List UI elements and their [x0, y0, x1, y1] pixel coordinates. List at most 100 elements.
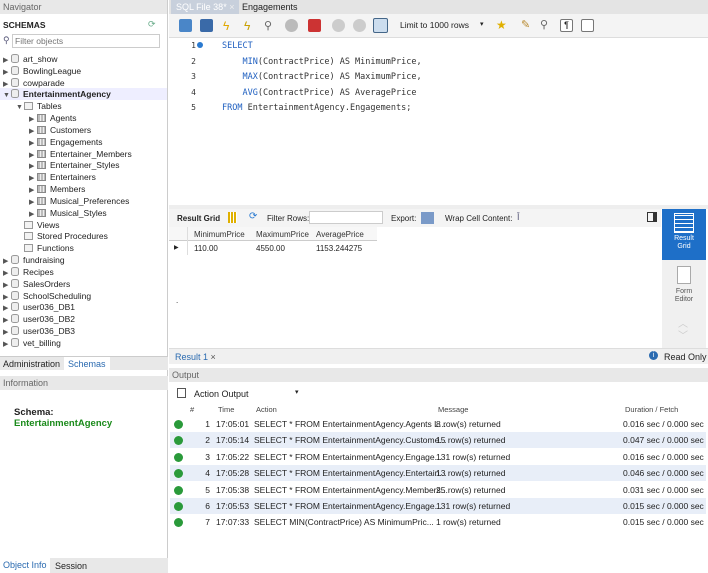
schema-tree-item[interactable]: ▶ Entertainers — [0, 171, 96, 183]
tab-session[interactable]: Session — [55, 561, 87, 571]
schema-tree-item[interactable]: Views — [0, 219, 60, 231]
output-row[interactable]: 2 17:05:14 SELECT * FROM EntertainmentAgen… — [170, 432, 706, 449]
refresh-icon[interactable]: ⟳ — [249, 211, 257, 222]
grid-column-header[interactable]: MinimumPrice — [194, 230, 245, 239]
grid-column-header[interactable]: MaximumPrice — [256, 230, 309, 239]
find-icon[interactable]: ⚲ — [540, 18, 553, 31]
result-grid[interactable]: MinimumPrice MaximumPrice AveragePrice ▶ 110… — [169, 227, 661, 347]
tab-sql-file[interactable]: SQL File 38* × — [171, 0, 240, 14]
filter-rows-input[interactable] — [309, 211, 383, 224]
output-row[interactable]: 3 17:05:22 SELECT * FROM EntertainmentAgen… — [170, 449, 706, 465]
schema-tree-item[interactable]: ▶ Musical_Preferences — [0, 195, 129, 207]
output-cell: 4 — [205, 468, 210, 479]
close-icon[interactable]: × — [229, 2, 234, 12]
copy-icon[interactable] — [177, 388, 186, 398]
grid-column-header[interactable]: AveragePrice — [316, 230, 364, 239]
output-cell: 7 — [205, 517, 210, 528]
schema-tree-item[interactable]: ▶ user036_DB1 — [0, 301, 75, 313]
column-toggle-icon[interactable] — [228, 212, 237, 223]
schema-tree-item[interactable]: ▶ SchoolScheduling — [0, 290, 91, 302]
bookmark-star-icon[interactable]: ★ — [496, 18, 509, 32]
execute-current-icon[interactable]: ϟ — [244, 19, 257, 33]
navigator-title: Navigator — [0, 0, 167, 14]
tab-administration[interactable]: Administration — [3, 359, 60, 369]
grid-cell[interactable]: 4550.00 — [256, 244, 285, 253]
explain-icon[interactable]: ⚲ — [264, 19, 277, 32]
tree-item-label: Entertainer_Styles — [50, 160, 120, 171]
tab-object-info[interactable]: Object Info — [0, 558, 50, 573]
execute-icon[interactable]: ϟ — [223, 19, 236, 33]
grid-cell[interactable]: 1153.244275 — [316, 244, 362, 253]
line-number: 2 — [191, 56, 196, 66]
schema-tree-item[interactable]: Functions — [0, 242, 74, 254]
schema-tree-item[interactable]: ▶ cowparade — [0, 77, 65, 89]
scroll-arrows-icon[interactable]: ︿ ﹀ — [678, 319, 688, 343]
schema-tree-item[interactable]: ▶ Entertainer_Members — [0, 148, 132, 160]
schema-tree-item[interactable]: Stored Procedures — [0, 230, 108, 242]
schema-tree-item[interactable]: ▶ Musical_Styles — [0, 207, 107, 219]
database-icon — [11, 77, 19, 87]
output-row[interactable]: 5 17:05:38 SELECT * FROM EntertainmentAgen… — [170, 482, 706, 498]
schema-tree-item[interactable]: ▶ Agents — [0, 112, 76, 124]
schema-tree-item[interactable]: ▶ art_show — [0, 53, 58, 65]
database-icon — [11, 65, 19, 75]
output-cell: SELECT * FROM EntertainmentAgency.Entert… — [254, 468, 447, 479]
schema-tree-item[interactable]: ▶ fundraising — [0, 254, 65, 266]
wrap-cell-icon[interactable]: Ī — [517, 212, 520, 222]
schema-tree-item[interactable]: ▶ Recipes — [0, 266, 54, 278]
schema-tree-item[interactable]: ▼ Tables — [0, 100, 62, 112]
output-type-select[interactable]: Action Output ▾ — [191, 387, 301, 400]
info-icon: i — [649, 351, 658, 360]
rollback-icon[interactable] — [353, 19, 366, 32]
collapsed-arrow-icon[interactable]: ▶ — [3, 339, 11, 351]
schema-tree-item[interactable]: ▶ Members — [0, 183, 85, 195]
open-file-icon[interactable] — [179, 19, 192, 32]
success-check-icon — [174, 502, 183, 511]
commit-icon[interactable] — [332, 19, 345, 32]
refresh-icon[interactable]: ⟳ — [148, 19, 156, 30]
schema-tree-item[interactable]: ▶ Engagements — [0, 136, 102, 148]
result-grid-side-button[interactable]: Result Grid — [662, 209, 706, 260]
tree-item-label: Views — [37, 219, 60, 230]
output-row[interactable]: 1 17:05:01 SELECT * FROM EntertainmentAgen… — [170, 416, 706, 432]
tab-schemas[interactable]: Schemas — [64, 357, 110, 371]
success-check-icon — [174, 518, 183, 528]
invisible-chars-icon[interactable]: ¶ — [560, 19, 573, 32]
close-icon[interactable]: × — [211, 352, 216, 362]
limit-rows-select[interactable]: Limit to 1000 rows ▾ — [400, 20, 488, 30]
save-icon[interactable] — [200, 19, 213, 32]
schema-tree-item[interactable]: ▶ Customers — [0, 124, 91, 136]
tree-item-label: fundraising — [23, 255, 65, 266]
output-cell: SELECT * FROM EntertainmentAgency.Member… — [254, 484, 448, 495]
success-check-icon — [174, 420, 183, 429]
output-row[interactable]: 6 17:05:53 SELECT * FROM EntertainmentAgen… — [170, 498, 706, 514]
stop-icon[interactable] — [285, 19, 298, 32]
beautify-icon[interactable]: ✎ — [521, 18, 534, 31]
tree-item-label: SchoolScheduling — [23, 290, 92, 301]
tab-engagements[interactable]: Engagements — [242, 2, 298, 12]
schema-tree-item[interactable]: ▶ SalesOrders — [0, 278, 70, 290]
schema-tree-item[interactable]: ▶ user036_DB3 — [0, 325, 75, 337]
autocommit-icon[interactable] — [373, 18, 388, 33]
tab-result-1[interactable]: Result 1 × — [175, 352, 216, 362]
wrap-lines-icon[interactable] — [581, 19, 594, 32]
output-row[interactable]: 7 17:07:33 SELECT MIN(ContractPrice) AS Mi… — [170, 514, 706, 530]
schema-tree-item[interactable]: ▶ vet_billing — [0, 337, 61, 349]
sql-keyword: FROM — [222, 103, 243, 113]
table-icon — [37, 196, 46, 205]
schema-tree-item[interactable]: ▼ EntertainmentAgency — [0, 88, 167, 101]
toggle-error-icon[interactable] — [308, 19, 321, 32]
toggle-panel-icon[interactable] — [647, 212, 657, 222]
database-icon — [11, 326, 19, 336]
output-title: Output — [169, 368, 708, 382]
output-row[interactable]: 4 17:05:28 SELECT * FROM EntertainmentAgen… — [170, 465, 706, 482]
export-icon[interactable] — [421, 212, 434, 224]
grid-cell[interactable]: 110.00 — [194, 244, 218, 253]
form-editor-side-button[interactable]: Form Editor — [662, 264, 706, 310]
schema-label: Schema: — [14, 407, 54, 418]
schema-tree-item[interactable]: ▶ Entertainer_Styles — [0, 159, 119, 171]
filter-objects-input[interactable] — [12, 34, 160, 48]
schema-tree-item[interactable]: ▶ BowlingLeague — [0, 65, 81, 77]
sql-editor[interactable]: 1 SELECT 2 MIN(ContractPrice) AS MinimumPr… — [169, 38, 708, 205]
schema-tree-item[interactable]: ▶ user036_DB2 — [0, 313, 75, 325]
